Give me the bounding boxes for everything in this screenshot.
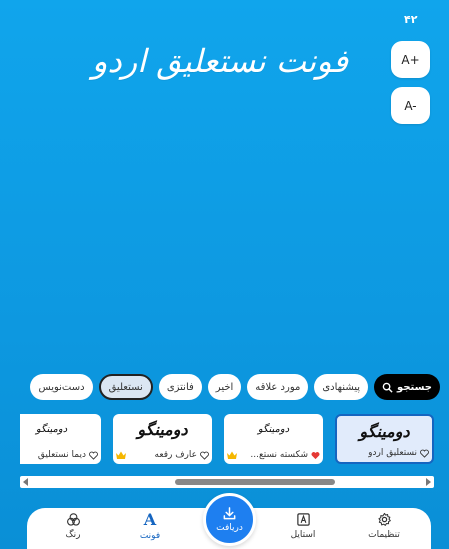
heart-outline-icon[interactable] bbox=[89, 451, 98, 460]
nav-settings-label: تنظیمات bbox=[368, 530, 400, 540]
text-preview[interactable]: فونت نستعلیق اردو bbox=[90, 42, 350, 102]
crown-icon bbox=[116, 451, 126, 459]
font-card[interactable]: دومینگو دیما نستعلیق bbox=[20, 414, 101, 464]
nav-settings[interactable]: تنظیمات bbox=[354, 512, 414, 548]
font-a-icon: A bbox=[143, 510, 157, 529]
nav-color[interactable]: رنگ bbox=[43, 512, 103, 548]
chip-handwriting[interactable]: دست‌نویس bbox=[30, 374, 93, 400]
font-card[interactable]: دومینگو شکسته نستع... bbox=[224, 414, 323, 464]
font-card[interactable]: دومینگو عارف رقعه bbox=[113, 414, 212, 464]
font-sample: دومینگو bbox=[359, 422, 410, 441]
download-button[interactable]: دریافت bbox=[203, 493, 256, 546]
chip-nastaliq[interactable]: نستعلیق bbox=[98, 374, 153, 400]
horizontal-scrollbar[interactable] bbox=[20, 476, 434, 488]
font-sample: دومینگو bbox=[35, 424, 68, 435]
nav-font-label: فونت bbox=[139, 531, 161, 541]
font-name: شکسته نستع... bbox=[250, 450, 308, 460]
search-chip[interactable]: جستجو bbox=[374, 374, 440, 400]
search-chip-label: جستجو bbox=[397, 381, 432, 393]
font-name: نستعلیق اردو bbox=[368, 448, 417, 458]
nav-color-label: رنگ bbox=[65, 530, 81, 540]
chip-favorites[interactable]: مورد علاقه bbox=[247, 374, 309, 400]
search-icon bbox=[382, 382, 393, 393]
scroll-thumb[interactable] bbox=[175, 479, 335, 485]
font-card[interactable]: دومینگو نستعلیق اردو bbox=[335, 414, 434, 464]
font-sample: دومینگو bbox=[257, 424, 290, 435]
nav-style[interactable]: استایل bbox=[273, 512, 333, 548]
font-card-list: دومینگو نستعلیق اردو دومینگو شکسته نستع.… bbox=[20, 414, 434, 464]
decrease-font-size-button[interactable]: A- bbox=[391, 87, 430, 124]
increase-font-size-button[interactable]: A+ bbox=[391, 41, 430, 78]
color-circles-icon bbox=[66, 513, 80, 526]
nav-font[interactable]: A فونت bbox=[120, 512, 180, 548]
crown-icon bbox=[227, 451, 237, 459]
font-name: دیما نستعلیق bbox=[37, 450, 86, 460]
heart-outline-icon[interactable] bbox=[420, 449, 429, 458]
chip-fantasy[interactable]: فانتزی bbox=[158, 374, 202, 400]
font-size-readout: ۴۲ bbox=[404, 13, 418, 26]
heart-outline-icon[interactable] bbox=[200, 451, 209, 460]
nav-style-label: استایل bbox=[290, 530, 316, 540]
category-chip-row: جستجو پیشنهادی مورد علاقه اخیر فانتزی نس… bbox=[20, 373, 440, 401]
chip-recent[interactable]: اخیر bbox=[207, 374, 242, 400]
heart-filled-icon[interactable] bbox=[311, 451, 320, 460]
download-icon bbox=[223, 507, 236, 520]
download-button-label: دریافت bbox=[216, 523, 243, 533]
chip-suggested[interactable]: پیشنهادی bbox=[314, 374, 369, 400]
gear-icon bbox=[377, 512, 391, 526]
text-style-icon bbox=[296, 513, 310, 526]
font-name: عارف رقعه bbox=[154, 450, 197, 460]
scroll-right-arrow-icon[interactable] bbox=[426, 478, 431, 486]
font-sample: دومینگو bbox=[137, 420, 188, 439]
scroll-left-arrow-icon[interactable] bbox=[23, 478, 28, 486]
